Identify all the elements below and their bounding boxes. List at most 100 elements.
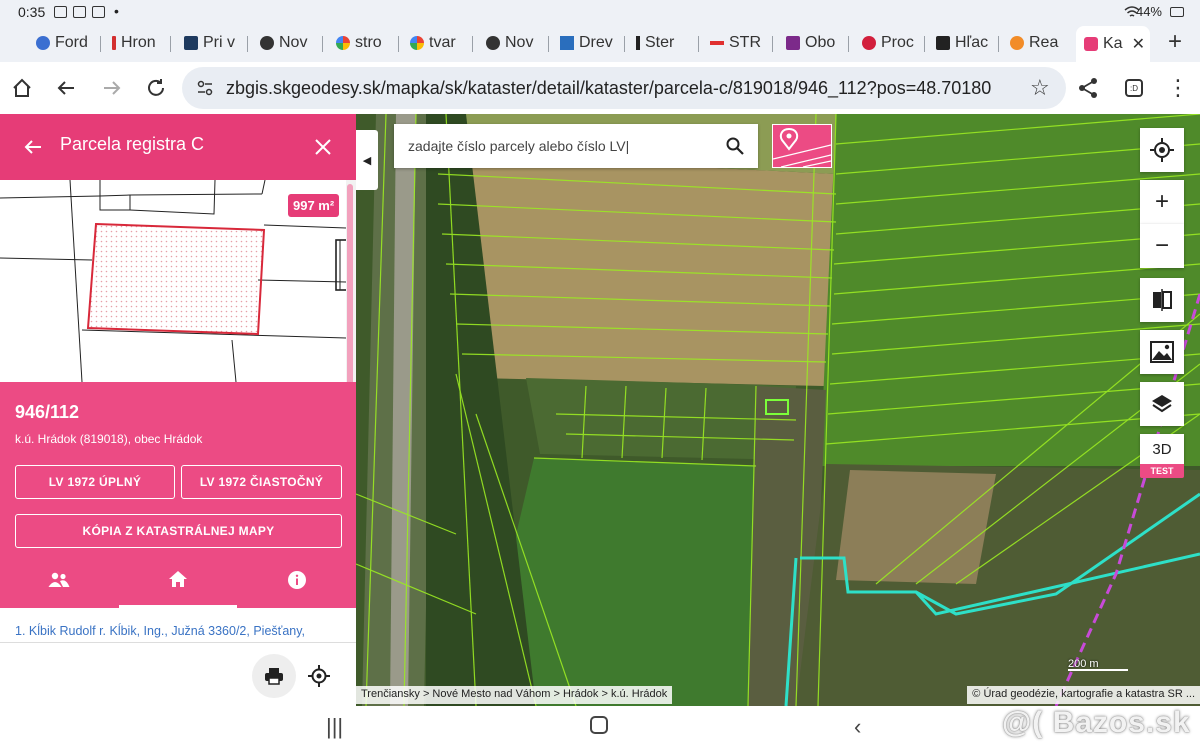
- more-menu-icon[interactable]: ⋮: [1164, 74, 1192, 102]
- tab-favicon-icon: [36, 36, 50, 50]
- collapse-panel-button[interactable]: ◀: [356, 130, 378, 190]
- map-breadcrumb: Trenčiansky > Nové Mesto nad Váhom > Hrá…: [356, 686, 673, 704]
- browser-tab[interactable]: Hron: [112, 30, 164, 56]
- search-input[interactable]: zadajte číslo parcely alebo číslo LV|: [408, 138, 629, 154]
- tab-favicon-icon: [112, 36, 116, 50]
- crosshair-icon: [308, 665, 330, 687]
- tab-label: stro: [355, 34, 382, 51]
- browser-tab[interactable]: Nov: [260, 30, 314, 56]
- tab-favicon-icon: [636, 36, 640, 50]
- status-bar: 0:35 • 44%: [0, 0, 1200, 24]
- recent-apps-icon[interactable]: |||: [326, 714, 343, 740]
- browser-tab[interactable]: Hľac: [936, 30, 990, 56]
- home-icon: [169, 570, 187, 587]
- cadastral-map-copy-button[interactable]: KÓPIA Z KATASTRÁLNEJ MAPY: [15, 514, 342, 548]
- tab-label: Ster: [645, 34, 675, 51]
- parcel-location-button[interactable]: [772, 124, 832, 168]
- browser-tab[interactable]: Rea: [1010, 30, 1062, 56]
- tab-label: Nov: [505, 34, 534, 51]
- map-copyright: © Úrad geodézie, kartografie a katastra …: [967, 686, 1200, 704]
- gallery-icon: [54, 6, 67, 18]
- map-layer-image-button[interactable]: [1140, 330, 1184, 374]
- tab-label: Ford: [55, 34, 88, 51]
- print-button[interactable]: [252, 654, 296, 698]
- area-badge: 997 m²: [288, 194, 340, 217]
- tab-label: Pri v: [203, 34, 235, 51]
- battery-icon: [1170, 7, 1184, 17]
- tab-label: Proc: [881, 34, 914, 51]
- close-tab-icon[interactable]: ✕: [1132, 34, 1145, 54]
- layers-icon: [1152, 395, 1172, 413]
- reload-icon[interactable]: [142, 74, 170, 102]
- home-icon[interactable]: [8, 74, 36, 102]
- lv-partial-button[interactable]: LV 1972 ČIASTOČNÝ: [181, 465, 342, 499]
- url-bar[interactable]: zbgis.skgeodesy.sk/mapka/sk/kataster/det…: [182, 67, 1066, 109]
- browser-tab[interactable]: Drev: [560, 30, 616, 56]
- minus-icon: −: [1154, 232, 1169, 259]
- tab-label: Ka: [1103, 35, 1123, 52]
- browser-tab[interactable]: STR: [710, 30, 764, 56]
- tab-favicon-icon: [1084, 37, 1098, 51]
- browser-tab-active[interactable]: Ka ✕: [1076, 26, 1150, 62]
- tab-owners[interactable]: [0, 552, 118, 608]
- tab-info[interactable]: [238, 552, 356, 608]
- search-icon[interactable]: [726, 137, 744, 155]
- info-icon: [288, 571, 306, 589]
- tab-favicon-icon: [710, 41, 724, 45]
- tab-label: Hľac: [955, 34, 989, 51]
- parcel-panel: Parcela registra C 997 m² 946/112 k.ú. H…: [0, 114, 356, 706]
- 3d-view-button[interactable]: 3D: [1140, 434, 1184, 464]
- zoom-in-button[interactable]: +: [1140, 180, 1184, 224]
- back-arrow-icon[interactable]: [52, 74, 80, 102]
- tab-label: Hron: [121, 34, 156, 51]
- map-view[interactable]: ◀ zadajte číslo parcely alebo číslo LV| …: [356, 114, 1200, 706]
- tab-favicon-icon: [184, 36, 198, 50]
- back-chevron-icon[interactable]: ‹: [854, 714, 861, 740]
- tab-label: tvar: [429, 34, 456, 51]
- share-icon[interactable]: [1074, 74, 1102, 102]
- browser-tab[interactable]: Proc: [862, 30, 916, 56]
- forward-arrow-icon[interactable]: [98, 74, 126, 102]
- site-settings-icon[interactable]: [196, 79, 214, 97]
- tab-switcher-icon[interactable]: :D: [1120, 74, 1148, 102]
- tab-favicon-icon: [486, 36, 500, 50]
- browser-toolbar: zbgis.skgeodesy.sk/mapka/sk/kataster/det…: [0, 62, 1200, 114]
- browser-tab[interactable]: Ford: [36, 30, 92, 56]
- google-icon: [336, 36, 350, 50]
- layers-button[interactable]: [1140, 382, 1184, 426]
- locate-parcel-button[interactable]: [297, 654, 341, 698]
- panel-title: Parcela registra C: [60, 134, 205, 154]
- status-dot: •: [114, 3, 119, 19]
- compare-maps-button[interactable]: [1140, 278, 1184, 322]
- tab-label: Drev: [579, 34, 613, 51]
- browser-tab[interactable]: stro: [336, 30, 390, 56]
- test-badge: TEST: [1140, 464, 1184, 478]
- tab-favicon-icon: [936, 36, 950, 50]
- divider: [0, 642, 356, 643]
- gps-icon: [1150, 138, 1174, 162]
- my-location-button[interactable]: [1140, 128, 1184, 172]
- home-button-icon[interactable]: [590, 716, 608, 734]
- aerial-map-canvas[interactable]: [356, 114, 1200, 706]
- compare-icon: [1153, 289, 1172, 311]
- browser-tab[interactable]: Ster: [636, 30, 690, 56]
- zoom-out-button[interactable]: −: [1140, 224, 1184, 268]
- browser-tab-strip: Ford Hron Pri v Nov stro tvar Nov Drev S…: [0, 24, 1200, 62]
- browser-tab[interactable]: tvar: [410, 30, 464, 56]
- close-icon[interactable]: [314, 138, 332, 156]
- lv-full-button[interactable]: LV 1972 ÚPLNÝ: [15, 465, 175, 499]
- panel-tabs: [0, 552, 356, 608]
- browser-tab[interactable]: Obo: [786, 30, 840, 56]
- parcel-location: k.ú. Hrádok (819018), obec Hrádok: [15, 432, 203, 446]
- tab-parcel[interactable]: [119, 552, 237, 608]
- tab-label: Rea: [1029, 34, 1059, 51]
- url-text: zbgis.skgeodesy.sk/mapka/sk/kataster/det…: [226, 78, 992, 98]
- owner-entry[interactable]: 1. Kĺbik Rudolf r. Kĺbik, Ing., Južná 33…: [15, 624, 305, 638]
- parcel-info: 946/112 k.ú. Hrádok (819018), obec Hrádo…: [0, 382, 356, 608]
- new-tab-plus-icon[interactable]: +: [1168, 28, 1182, 56]
- search-box[interactable]: zadajte číslo parcely alebo číslo LV|: [394, 124, 758, 168]
- browser-tab[interactable]: Nov: [486, 30, 540, 56]
- browser-tab[interactable]: Pri v: [184, 30, 240, 56]
- bookmark-star-icon[interactable]: ☆: [1030, 75, 1050, 101]
- back-arrow-icon[interactable]: [22, 136, 44, 158]
